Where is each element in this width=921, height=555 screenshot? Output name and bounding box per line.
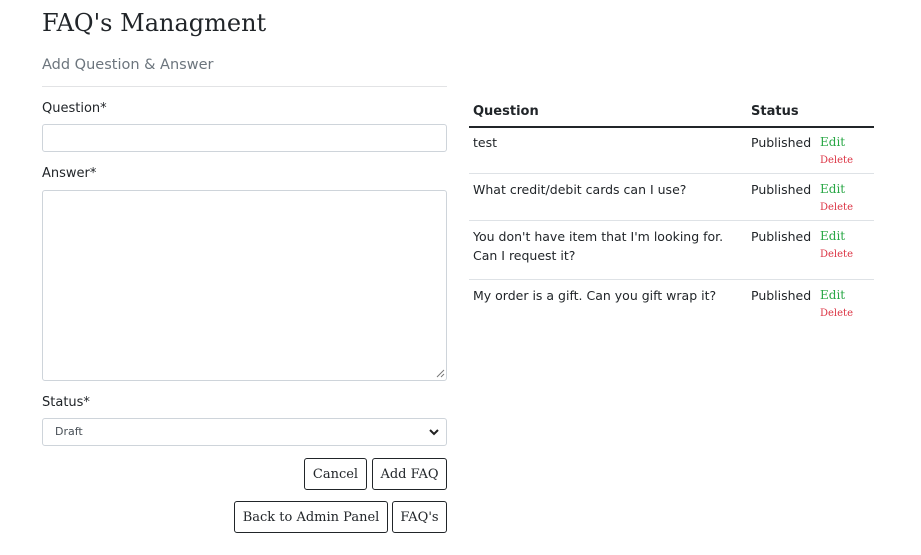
column-header-status: Status (751, 104, 799, 119)
delete-link[interactable]: Delete (820, 202, 853, 213)
edit-link[interactable]: Edit (820, 288, 845, 302)
table-header: Question Status (469, 100, 874, 128)
edit-link[interactable]: Edit (820, 229, 845, 243)
question-label: Question* (42, 101, 107, 116)
table-row: What credit/debit cards can I use? Publi… (469, 174, 874, 221)
row-status: Published (751, 229, 812, 244)
row-question: You don't have item that I'm looking for… (473, 229, 724, 263)
edit-link[interactable]: Edit (820, 182, 845, 196)
status-select-value: Draft (55, 425, 83, 438)
answer-textarea[interactable] (42, 190, 447, 381)
question-input[interactable] (42, 124, 447, 152)
row-status: Published (751, 135, 812, 150)
divider (42, 86, 447, 87)
table-row: My order is a gift. Can you gift wrap it… (469, 280, 874, 326)
status-label: Status* (42, 395, 90, 410)
form-subtitle: Add Question & Answer (42, 57, 214, 73)
delete-link[interactable]: Delete (820, 249, 853, 260)
status-select[interactable]: Draft (42, 418, 447, 446)
table-row: You don't have item that I'm looking for… (469, 221, 874, 280)
faqs-button[interactable]: FAQ's (392, 501, 447, 533)
column-header-question: Question (473, 104, 539, 119)
add-faq-button[interactable]: Add FAQ (372, 458, 447, 490)
row-question: test (473, 135, 498, 150)
row-question: My order is a gift. Can you gift wrap it… (473, 288, 717, 303)
row-status: Published (751, 182, 812, 197)
delete-link[interactable]: Delete (820, 155, 853, 166)
row-status: Published (751, 288, 812, 303)
back-to-admin-panel-button[interactable]: Back to Admin Panel (234, 501, 388, 533)
resize-grip-icon[interactable] (435, 368, 445, 378)
answer-label: Answer* (42, 166, 97, 181)
edit-link[interactable]: Edit (820, 135, 845, 149)
table-row: test Published Edit Delete (469, 127, 874, 174)
page-title: FAQ's Managment (42, 9, 267, 37)
cancel-button[interactable]: Cancel (304, 458, 367, 490)
chevron-down-icon (429, 429, 439, 436)
delete-link[interactable]: Delete (820, 308, 853, 319)
row-question: What credit/debit cards can I use? (473, 182, 687, 197)
